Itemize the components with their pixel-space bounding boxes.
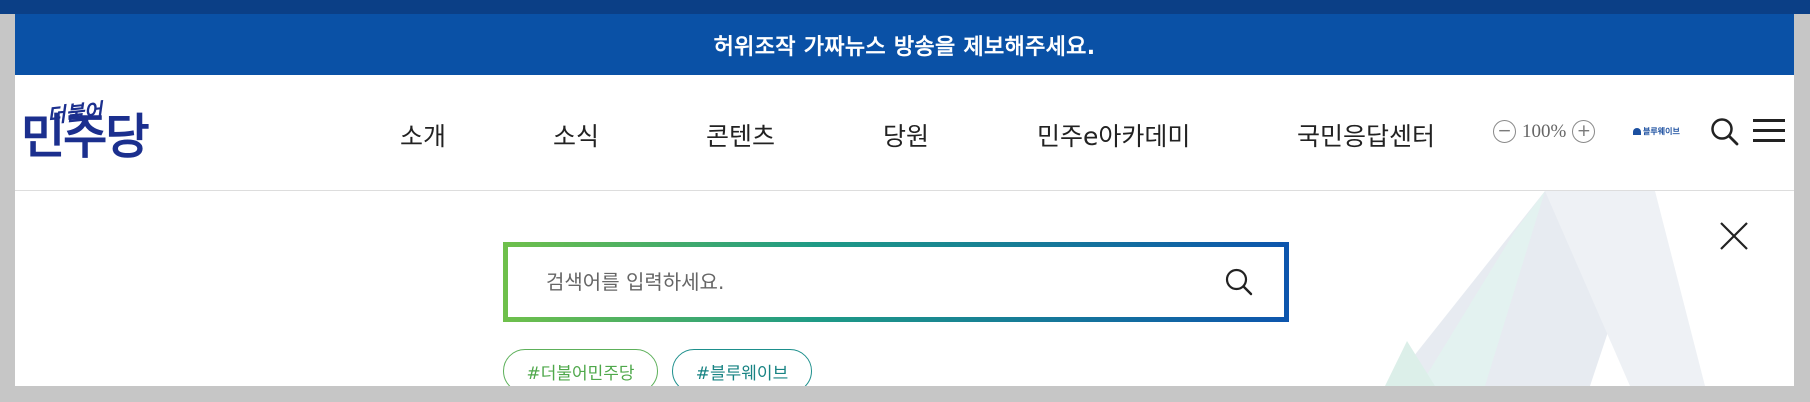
party-logo[interactable]: 더불어 민주당 xyxy=(21,97,181,169)
banner-text[interactable]: 허위조작 가짜뉴스 방송을 제보해주세요. xyxy=(714,29,1096,61)
wave-icon xyxy=(1633,128,1641,135)
search-box-inner xyxy=(508,247,1284,317)
search-box xyxy=(503,242,1289,322)
search-input[interactable] xyxy=(546,247,1186,317)
nav-item-members[interactable]: 당원 xyxy=(883,117,929,153)
hashtag-democratic-party[interactable]: #더불어민주당 xyxy=(503,349,658,386)
nav-item-academy[interactable]: 민주e아카데미 xyxy=(1037,117,1190,153)
top-strip xyxy=(0,0,1810,14)
bluewave-text: 블루웨이브 xyxy=(1643,127,1680,136)
nav-item-news[interactable]: 소식 xyxy=(553,117,599,153)
nav-item-contents[interactable]: 콘텐츠 xyxy=(706,117,775,153)
zoom-value: 100% xyxy=(1522,120,1567,142)
hashtag-bluewave[interactable]: #블루웨이브 xyxy=(672,349,812,386)
announcement-banner[interactable]: 허위조작 가짜뉴스 방송을 제보해주세요. xyxy=(15,14,1794,75)
close-icon[interactable] xyxy=(1719,221,1749,251)
zoom-out-button[interactable]: − xyxy=(1493,120,1516,143)
nav-item-about[interactable]: 소개 xyxy=(400,117,446,153)
logo-big-text: 민주당 xyxy=(21,109,149,165)
zoom-in-button[interactable]: + xyxy=(1572,120,1596,143)
site-header: 더불어 민주당 소개 소식 콘텐츠 당원 민주e아카데미 국민응답센터 − 10… xyxy=(15,75,1794,191)
hamburger-menu-icon[interactable] xyxy=(1753,118,1785,144)
zoom-control: − 100% + xyxy=(1493,120,1596,143)
search-panel: #더불어민주당 #블루웨이브 xyxy=(15,191,1794,386)
search-icon[interactable] xyxy=(1710,117,1740,147)
nav-item-response-center[interactable]: 국민응답센터 xyxy=(1297,117,1435,153)
search-submit-icon[interactable] xyxy=(1224,267,1254,297)
bluewave-link[interactable]: 블루웨이브 xyxy=(1633,126,1680,137)
